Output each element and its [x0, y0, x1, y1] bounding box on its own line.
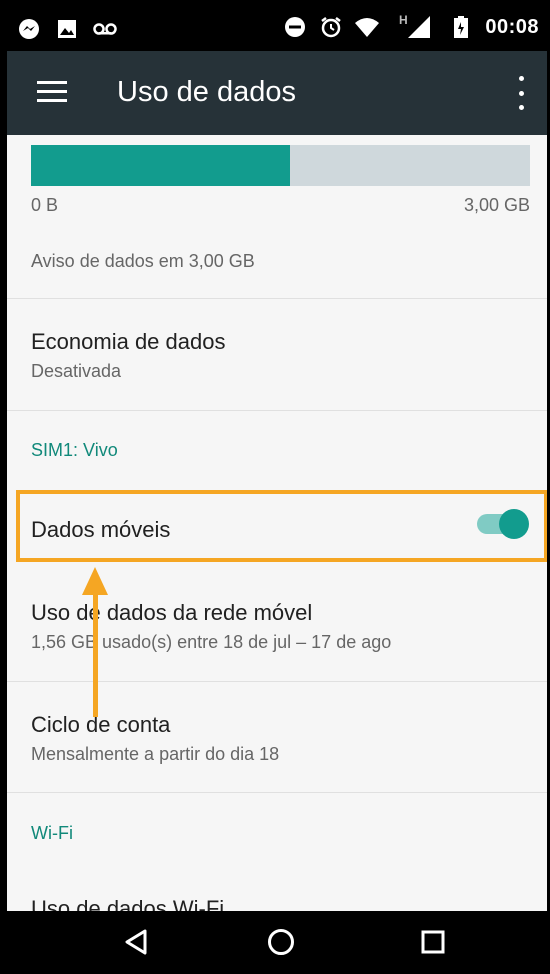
image-icon	[55, 17, 79, 41]
mobile-usage-subtitle: 1,56 GB usado(s) entre 18 de jul – 17 de…	[31, 632, 392, 652]
divider	[7, 298, 547, 299]
settings-list[interactable]: 0 B 3,00 GB Aviso de dados em 3,00 GB Ec…	[7, 135, 547, 911]
home-icon[interactable]	[263, 924, 299, 960]
data-usage-fill	[31, 145, 291, 186]
back-icon[interactable]	[118, 924, 154, 960]
data-usage-bar	[31, 145, 530, 186]
cell-signal-icon: H	[391, 13, 437, 39]
wifi-usage-title: Uso de dados Wi-Fi	[31, 896, 225, 911]
mobile-usage-title: Uso de dados da rede móvel	[31, 600, 313, 625]
clock: 00:08	[485, 15, 539, 38]
phone-screen: H 00:08 Uso de dados 0 B 3,00 GB Aviso d…	[7, 7, 547, 972]
sim-section-header: SIM1: Vivo	[31, 440, 118, 460]
wifi-section-header: Wi-Fi	[31, 823, 73, 843]
messenger-icon	[17, 17, 41, 41]
app-bar: Uso de dados	[7, 51, 547, 135]
usage-min-label: 0 B	[31, 195, 59, 215]
wifi-icon	[355, 15, 380, 39]
more-vert-icon[interactable]	[515, 76, 527, 110]
battery-icon	[449, 15, 473, 39]
network-type-label: H	[399, 13, 408, 27]
recents-icon[interactable]	[415, 924, 451, 960]
divider	[7, 410, 547, 411]
divider	[7, 681, 547, 682]
voicemail-icon	[93, 17, 117, 41]
usage-max-label: 3,00 GB	[463, 195, 530, 215]
alarm-icon	[319, 15, 343, 39]
status-bar: H 00:08	[7, 7, 547, 51]
annotation-arrow-shaft	[93, 587, 98, 717]
do-not-disturb-icon	[283, 15, 307, 39]
highlight-box	[16, 490, 547, 562]
divider	[7, 792, 547, 793]
data-warning-text: Aviso de dados em 3,00 GB	[31, 251, 255, 271]
menu-icon[interactable]	[37, 81, 67, 105]
billing-cycle-subtitle: Mensalmente a partir do dia 18	[31, 744, 280, 764]
navigation-bar	[7, 911, 547, 972]
data-saver-title: Economia de dados	[31, 329, 226, 354]
annotation-arrow-icon	[82, 567, 108, 595]
billing-cycle-title: Ciclo de conta	[31, 712, 171, 737]
data-saver-status: Desativada	[31, 361, 122, 381]
page-title: Uso de dados	[117, 76, 296, 108]
